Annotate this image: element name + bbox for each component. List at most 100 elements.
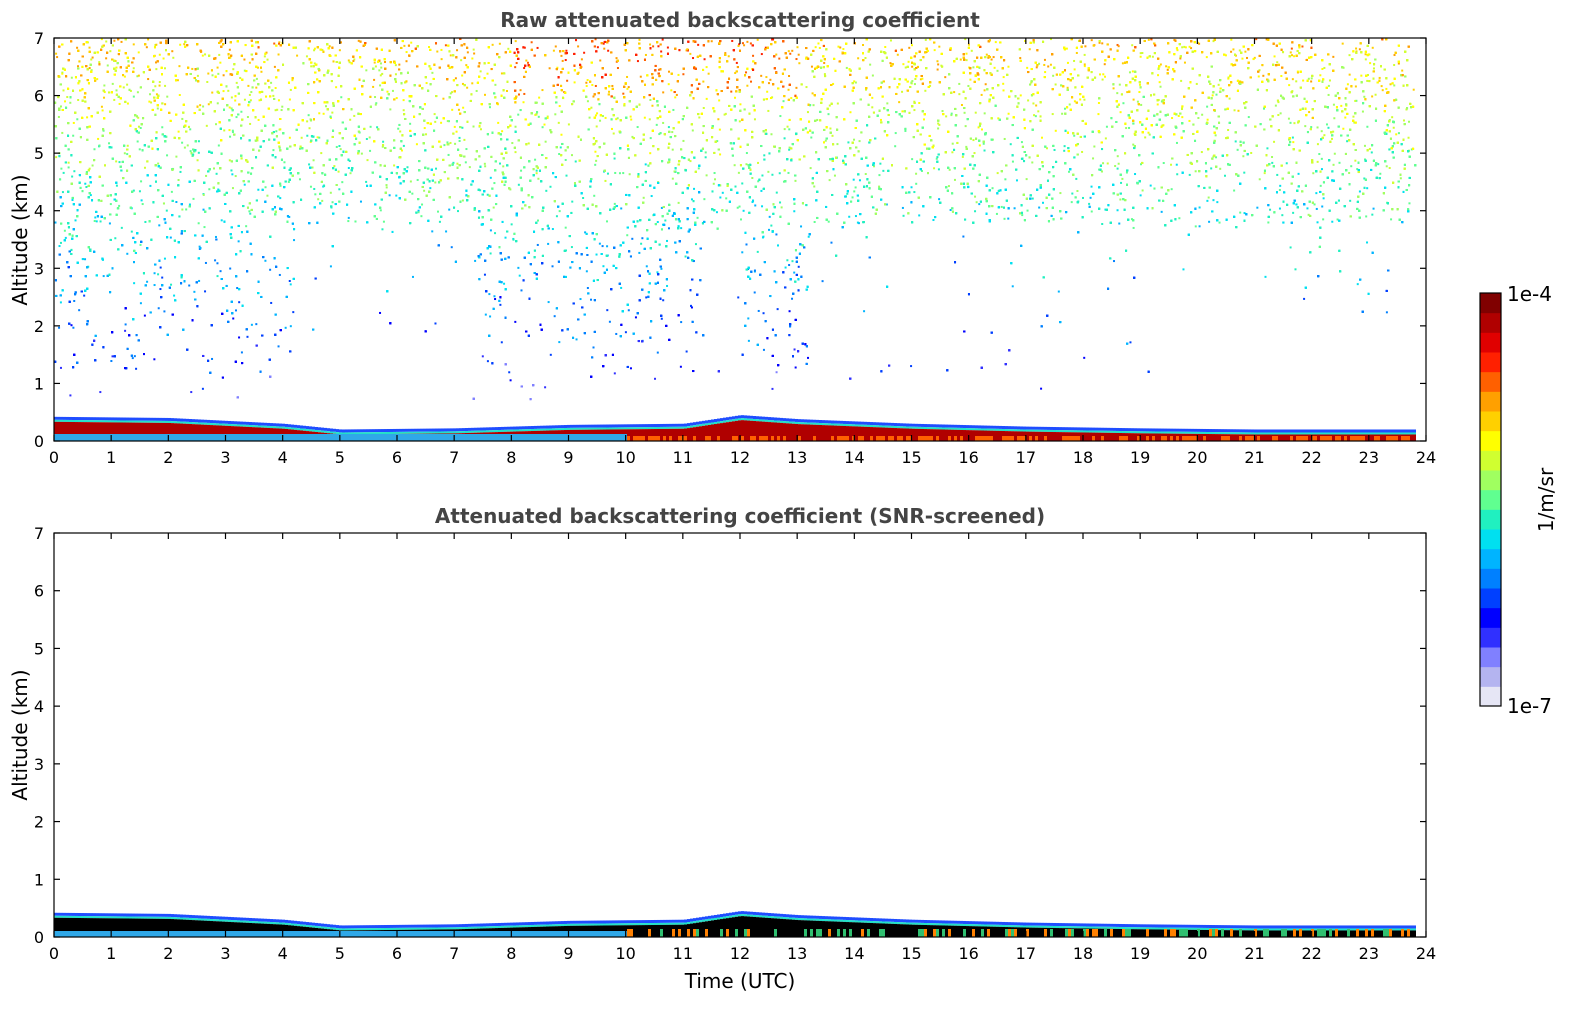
- bottom-boundary-layer-column: [324, 923, 327, 937]
- colorbar-segment: [1480, 293, 1501, 314]
- top-boundary-layer-column: [570, 424, 573, 441]
- top-boundary-layer-column: [1206, 428, 1209, 441]
- top-x-tick-label: 10: [615, 448, 635, 467]
- bottom-boundary-layer-column: [540, 921, 543, 937]
- top-boundary-layer-column: [867, 421, 870, 441]
- top-x-tick-label: 8: [506, 448, 516, 467]
- top-boundary-layer-column: [459, 428, 462, 441]
- top-boundary-layer-column: [801, 419, 804, 441]
- bottom-boundary-layer-column: [1323, 925, 1326, 937]
- bottom-boundary-layer-column: [387, 924, 390, 937]
- top-boundary-layer-column: [477, 427, 480, 441]
- bottom-boundary-layer-column: [264, 918, 267, 937]
- bottom-boundary-layer-column: [972, 921, 975, 937]
- bottom-boundary-layer-column: [1344, 925, 1347, 937]
- bottom-boundary-layer-column: [1149, 924, 1152, 937]
- top-boundary-layer-column: [1008, 426, 1011, 441]
- top-boundary-layer-column: [1200, 428, 1203, 441]
- top-boundary-layer-column: [156, 417, 159, 441]
- bottom-boundary-layer-column: [285, 919, 288, 937]
- top-x-tick-label: 6: [392, 448, 402, 467]
- top-boundary-layer-column: [1299, 429, 1302, 441]
- bottom-boundary-layer-column: [1215, 925, 1218, 937]
- bottom-boundary-layer-column: [915, 919, 918, 937]
- bottom-boundary-layer-column: [921, 919, 924, 937]
- top-boundary-layer-column: [609, 424, 612, 441]
- bottom-boundary-layer-column: [813, 915, 816, 937]
- top-boundary-layer-column: [192, 419, 195, 441]
- bottom-boundary-layer-column: [600, 920, 603, 937]
- top-boundary-layer-column: [1359, 429, 1362, 441]
- top-boundary-layer-column: [846, 421, 849, 441]
- bottom-boundary-layer-column: [1257, 925, 1260, 937]
- top-boundary-layer-column: [1377, 429, 1380, 441]
- top-boundary-layer-column: [1032, 426, 1035, 441]
- top-boundary-layer-column: [438, 428, 441, 441]
- bottom-boundary-layer-column: [900, 919, 903, 937]
- bottom-boundary-layer-column: [1359, 925, 1362, 937]
- top-x-tick-label: 7: [449, 448, 459, 467]
- top-boundary-layer-column: [639, 424, 642, 441]
- bottom-y-tick-label: 1: [34, 870, 44, 889]
- top-boundary-layer-column: [1392, 429, 1395, 441]
- bottom-boundary-layer-column: [903, 919, 906, 937]
- top-boundary-layer-column: [606, 424, 609, 441]
- top-boundary-layer-column: [1131, 428, 1134, 441]
- top-boundary-layer-column: [861, 421, 864, 441]
- bottom-boundary-layer-column: [75, 912, 78, 937]
- bottom-boundary-layer-column: [204, 915, 207, 937]
- top-boundary-layer-column: [927, 424, 930, 441]
- bottom-boundary-layer-column: [81, 913, 84, 937]
- top-boundary-layer-column: [1071, 427, 1074, 441]
- top-boundary-layer-column: [612, 424, 615, 441]
- top-boundary-layer-column: [1272, 429, 1275, 441]
- top-boundary-layer-column: [309, 426, 312, 441]
- bottom-boundary-layer-column: [435, 924, 438, 937]
- bottom-boundary-layer-column: [1188, 924, 1191, 937]
- bottom-boundary-layer-column: [141, 913, 144, 937]
- top-boundary-layer-column: [93, 417, 96, 441]
- bottom-boundary-layer-column: [1191, 924, 1194, 937]
- bottom-boundary-layer-column: [1401, 925, 1404, 937]
- colorbar-unit-label: 1/m/sr: [1534, 467, 1558, 532]
- top-boundary-layer-column: [864, 421, 867, 441]
- top-boundary-layer-column: [1137, 428, 1140, 441]
- bottom-boundary-layer-column: [720, 914, 723, 937]
- top-boundary-layer-column: [813, 419, 816, 441]
- bottom-boundary-layer-column: [759, 912, 762, 937]
- bottom-plot-frame: [53, 532, 1427, 938]
- top-boundary-layer-column: [252, 422, 255, 441]
- top-boundary-layer-column: [354, 429, 357, 441]
- bottom-boundary-layer-column: [312, 922, 315, 937]
- top-boundary-layer-column: [417, 428, 420, 441]
- top-boundary-layer-column: [153, 417, 156, 441]
- top-boundary-layer-column: [1161, 428, 1164, 441]
- bottom-boundary-layer-column: [210, 916, 213, 937]
- top-boundary-layer-column: [525, 426, 528, 441]
- top-boundary-layer-column: [957, 424, 960, 441]
- top-boundary-layer-column: [729, 416, 732, 441]
- top-x-tick-label: 1: [106, 448, 116, 467]
- bottom-boundary-layer-column: [1335, 925, 1338, 937]
- bottom-boundary-layer-column: [783, 914, 786, 937]
- top-boundary-layer-column: [831, 420, 834, 441]
- top-boundary-layer-column: [456, 428, 459, 441]
- bottom-boundary-layer-column: [1032, 922, 1035, 937]
- top-boundary-layer-column: [1344, 429, 1347, 441]
- top-boundary-layer-column: [1323, 429, 1326, 441]
- top-boundary-layer-column: [1044, 426, 1047, 441]
- bottom-boundary-layer-column: [57, 912, 60, 937]
- bottom-boundary-layer-column: [1263, 925, 1266, 937]
- bottom-boundary-layer-column: [303, 921, 306, 937]
- bottom-boundary-layer-column: [1383, 925, 1386, 937]
- colorbar-segment: [1480, 607, 1501, 628]
- top-boundary-layer-column: [135, 417, 138, 441]
- bottom-boundary-layer-column: [942, 920, 945, 937]
- bottom-boundary-layer-column: [765, 912, 768, 937]
- bottom-boundary-layer-column: [1158, 924, 1161, 937]
- top-boundary-layer-column: [840, 420, 843, 441]
- top-boundary-layer-column: [714, 419, 717, 441]
- bottom-boundary-layer-column: [870, 918, 873, 937]
- bottom-x-tick-label: 15: [901, 944, 921, 963]
- bottom-x-tick-label: 18: [1073, 944, 1093, 963]
